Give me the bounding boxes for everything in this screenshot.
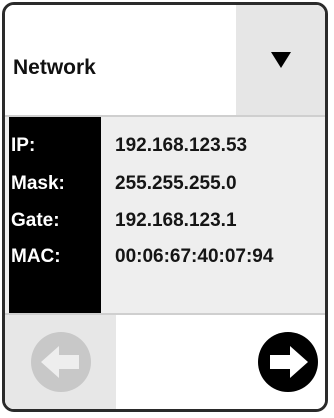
menu-dropdown-button[interactable] bbox=[236, 5, 325, 115]
mac-label: MAC: bbox=[11, 246, 61, 267]
next-button[interactable] bbox=[250, 315, 325, 409]
mask-label: Mask: bbox=[11, 173, 65, 194]
ip-label: IP: bbox=[11, 135, 36, 156]
bottom-nav bbox=[5, 315, 325, 409]
mac-value: 00:06:67:40:07:94 bbox=[115, 246, 274, 267]
gate-label: Gate: bbox=[11, 210, 60, 231]
triangle-down-icon bbox=[270, 52, 291, 68]
mask-value: 255.255.255.0 bbox=[115, 173, 237, 194]
ip-value: 192.168.123.53 bbox=[115, 135, 248, 156]
back-arrow-icon bbox=[29, 330, 93, 394]
back-button[interactable] bbox=[5, 315, 116, 409]
page-title: Network bbox=[13, 56, 96, 79]
header-bar: Network bbox=[5, 5, 325, 115]
gate-value: 192.168.123.1 bbox=[115, 210, 237, 231]
device-screen: Network IP: 192.168.123.53 Mask: 255.255… bbox=[2, 2, 328, 412]
network-info-panel: IP: 192.168.123.53 Mask: 255.255.255.0 G… bbox=[5, 115, 325, 315]
forward-arrow-icon bbox=[256, 330, 320, 394]
